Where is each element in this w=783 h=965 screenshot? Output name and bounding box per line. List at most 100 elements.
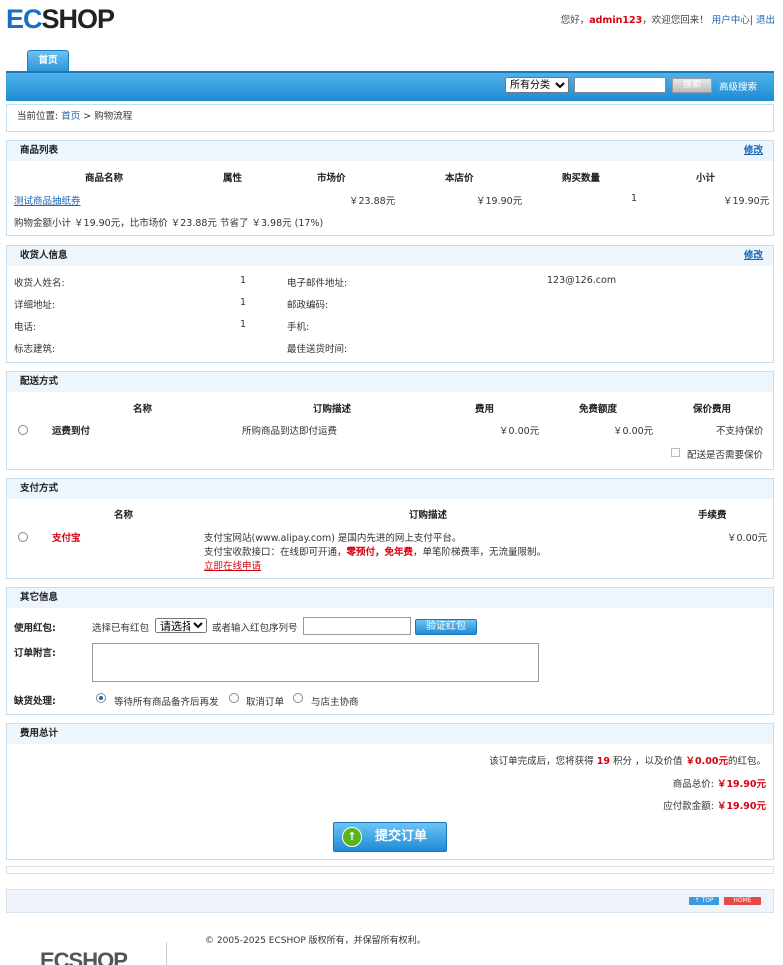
shipping-section: 配送方式: [6, 371, 774, 470]
column-header: 手续费: [698, 510, 727, 521]
greeting-text: 您好，: [560, 15, 590, 26]
site-logo[interactable]: ECSHOP: [6, 4, 115, 34]
section-header: 其它信息: [7, 588, 773, 608]
goods-total-value: ￥19.90元: [716, 779, 766, 790]
payment-desc-text: ，单笔阶梯费率，无流量限制。: [413, 547, 547, 558]
goods-name-link[interactable]: 测试商品抽纸券: [14, 193, 81, 207]
goods-subtotal: ￥19.90元: [723, 196, 770, 207]
bonus-sn-input[interactable]: [303, 617, 411, 635]
submit-order-label: 提交订单: [374, 829, 427, 844]
shipping-free-limit: ￥0.00元: [613, 426, 654, 437]
bonus-choose-text: 选择已有红包: [92, 623, 150, 634]
section-title: 其它信息: [20, 592, 59, 603]
section-header: 配送方式: [7, 372, 773, 392]
welcome-text: ，欢迎您回来！: [642, 15, 709, 26]
section-title: 费用总计: [20, 728, 59, 739]
building-label: 标志建筑:: [14, 344, 56, 355]
goods-total-label: 商品总价:: [672, 779, 714, 790]
payment-highlight: 零预付，免年费: [346, 547, 414, 558]
shipping-desc: 所购商品到达即付运费: [242, 426, 338, 437]
user-center-link[interactable]: 用户中心: [712, 15, 750, 26]
tel-value: 1: [240, 319, 247, 330]
postscript-textarea[interactable]: [92, 643, 539, 682]
footer-logo: ECSHOP: [40, 948, 128, 965]
stock-cancel-label: 取消订单: [246, 697, 285, 708]
consignee-name-value: 1: [240, 275, 247, 286]
consignee-section: 收货人信息 修改: [6, 245, 774, 363]
footer-separator: [166, 942, 167, 965]
shipping-radio[interactable]: [18, 425, 28, 435]
column-header: 本店价: [445, 173, 474, 184]
address-value: 1: [240, 297, 247, 308]
insure-label: 配送是否需要保价: [687, 450, 764, 461]
breadcrumb-home-link[interactable]: 首页: [61, 111, 80, 122]
goods-shop-price: ￥19.90元: [476, 196, 523, 207]
stock-label: 缺货处理:: [14, 696, 56, 707]
validate-bonus-button[interactable]: 验证红包: [415, 619, 477, 635]
insure-checkbox[interactable]: [671, 448, 680, 457]
best-time-label: 最佳送货时间:: [287, 344, 348, 355]
goods-market-price: ￥23.88元: [349, 196, 396, 207]
payment-desc-2: 支付宝收款接口：在线即可开通，零预付，免年费，单笔阶梯费率，无流量限制。: [204, 544, 546, 558]
edit-goods-link[interactable]: 修改: [744, 141, 763, 161]
search-input[interactable]: [574, 77, 666, 93]
goods-total-line: 商品总价: ￥19.90元: [673, 776, 766, 790]
section-title: 收货人信息: [20, 250, 68, 261]
breadcrumb-prefix: 当前位置:: [17, 111, 59, 122]
advanced-search-link[interactable]: 高级搜索: [719, 79, 757, 93]
payment-name: 支付宝: [52, 533, 81, 544]
home-button[interactable]: HOME: [724, 897, 761, 905]
email-label: 电子邮件地址:: [287, 278, 348, 289]
section-header: 收货人信息 修改: [7, 246, 773, 266]
bonus-or-text: 或者输入红包序列号: [212, 623, 298, 634]
tel-label: 电话:: [14, 322, 37, 333]
breadcrumb-arrow: >: [83, 111, 92, 122]
section-header: 费用总计: [7, 724, 773, 744]
apply-online-link[interactable]: 立即在线申请: [204, 558, 261, 572]
payment-fee: ￥0.00元: [727, 533, 768, 544]
points-text: 该订单完成后，您将获得 19 积分 ，以及价值 ￥0.00元的红包。: [489, 753, 766, 767]
separator: |: [749, 15, 753, 26]
section-header: 支付方式: [7, 479, 773, 499]
category-select[interactable]: 所有分类: [505, 77, 569, 93]
bonus-select[interactable]: 请选择: [155, 618, 207, 633]
section-title: 商品列表: [20, 145, 59, 156]
stock-wait-label: 等待所有商品备齐后再发: [114, 697, 219, 708]
column-header: 免费额度: [579, 404, 618, 415]
logout-link[interactable]: 退出: [756, 15, 775, 26]
search-button[interactable]: 搜索: [672, 78, 712, 93]
payment-radio[interactable]: [18, 532, 28, 542]
column-header: 费用: [475, 404, 495, 415]
arrow-up-icon: ↑: [342, 827, 362, 847]
payment-desc: 支付宝网站(www.alipay.com) 是国内先进的网上支付平台。: [204, 533, 462, 544]
goods-quantity: 1: [631, 193, 638, 204]
points-prefix: 该订单完成后，您将获得: [489, 756, 594, 767]
user-info: 您好，admin123，欢迎您回来！ 用户中心| 退出: [561, 12, 775, 26]
email-value: 123@126.com: [547, 275, 617, 286]
shipping-insure: 不支持保价: [716, 426, 764, 437]
column-header: 名称: [114, 510, 134, 521]
edit-consignee-link[interactable]: 修改: [744, 246, 763, 266]
postscript-label: 订单附言:: [14, 648, 56, 659]
footer-bar: [6, 889, 774, 913]
breadcrumb: 当前位置: 首页 > 购物流程: [6, 104, 774, 132]
points-value: 19: [596, 756, 610, 767]
section-title: 支付方式: [20, 483, 59, 494]
shipping-fee: ￥0.00元: [499, 426, 540, 437]
nav-tab-home[interactable]: 首页: [27, 50, 69, 72]
address-label: 详细地址:: [14, 300, 56, 311]
column-header: 购买数量: [562, 173, 601, 184]
back-to-top-button[interactable]: ↑ TOP: [689, 897, 719, 905]
submit-order-button[interactable]: ↑ 提交订单: [333, 822, 447, 852]
username: admin123: [589, 15, 643, 26]
cart-summary: 购物金额小计 ￥19.90元，比市场价 ￥23.88元 节省了 ￥3.98元 (…: [14, 218, 324, 229]
stock-wait-radio[interactable]: [96, 693, 106, 703]
stock-cancel-radio[interactable]: [229, 693, 239, 703]
pay-amount-value: ￥19.90元: [716, 801, 766, 812]
payment-section: 支付方式: [6, 478, 774, 579]
pay-amount-label: 应付款金额:: [663, 801, 714, 812]
stock-consult-label: 与店主协商: [311, 697, 359, 708]
stock-consult-radio[interactable]: [293, 693, 303, 703]
mobile-label: 手机:: [287, 322, 310, 333]
section-header: 商品列表 修改: [7, 141, 773, 161]
